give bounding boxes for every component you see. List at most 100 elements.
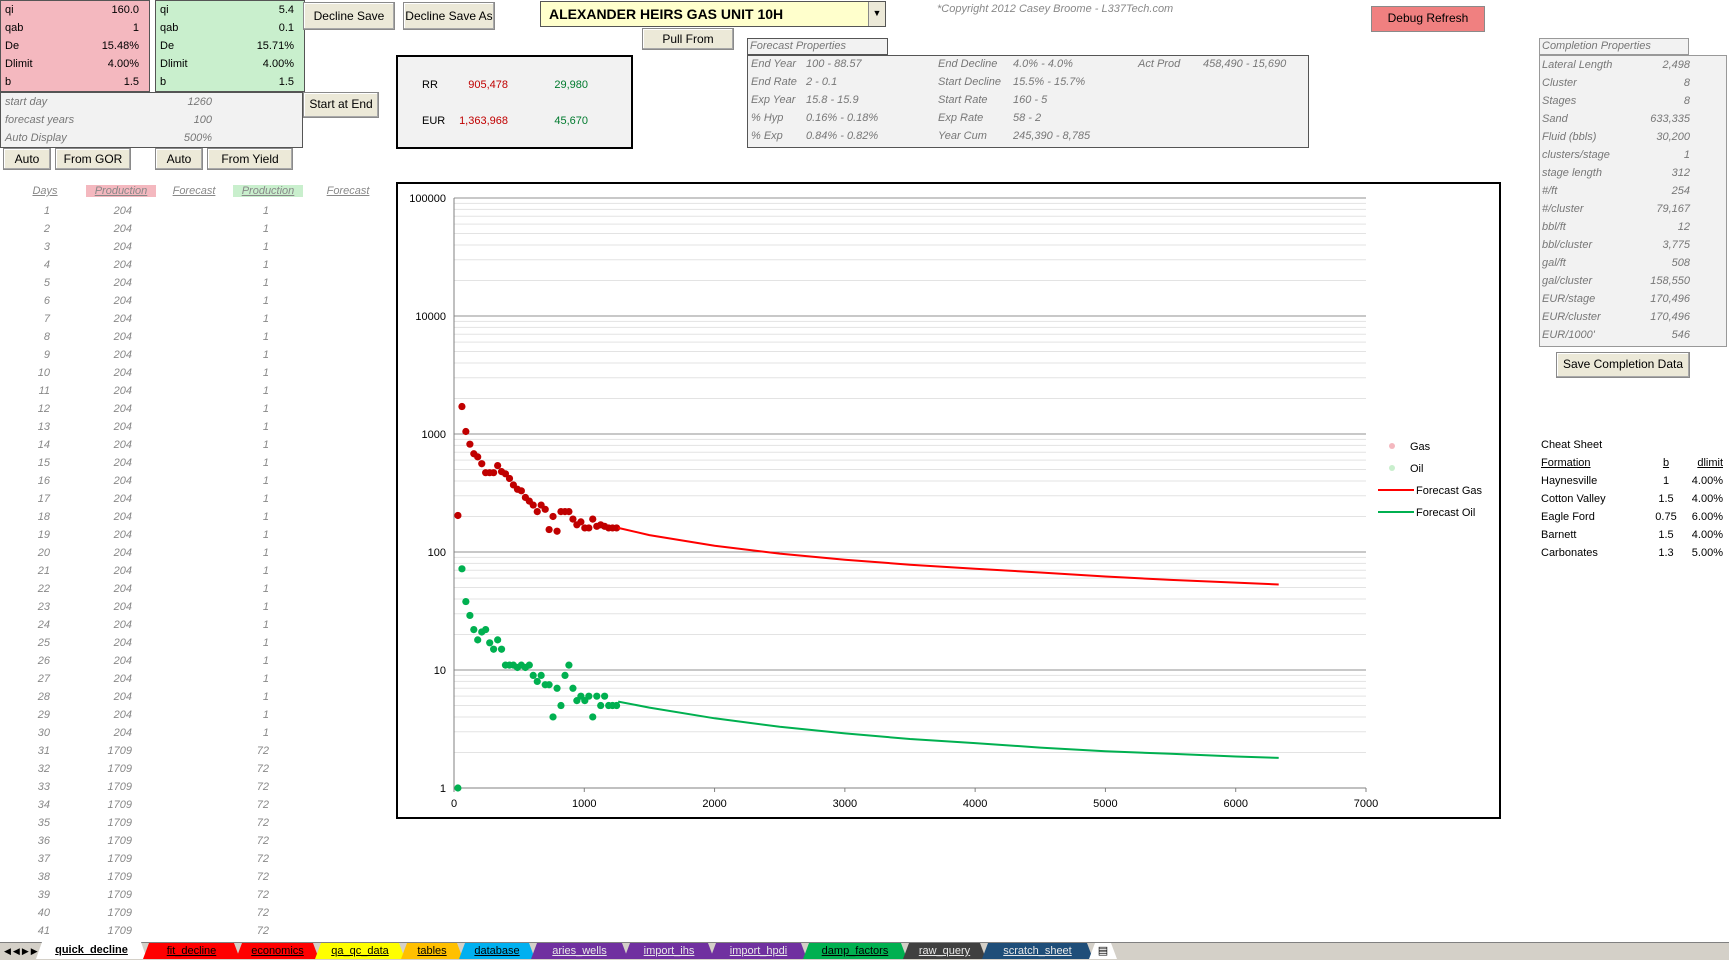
cheat-b: 1 — [1662, 475, 1670, 487]
table-cell-oil: 1 — [262, 277, 269, 289]
tab-nav-arrows[interactable]: ◀◀▶▶ — [4, 943, 40, 959]
gas-param-value[interactable]: 1.5 — [124, 73, 139, 91]
tab-label: aries_wells — [552, 945, 607, 957]
oil-param-row[interactable]: De 15.71% — [156, 37, 304, 55]
completion-row[interactable]: Cluster 8 — [1540, 74, 1726, 92]
cheat-title-text: Cheat Sheet — [1541, 439, 1603, 451]
tab-qa-qc-data[interactable]: qa_qc_data — [315, 943, 405, 959]
completion-value[interactable]: 254 — [1672, 182, 1690, 200]
setting-value[interactable]: 1260 — [188, 93, 212, 111]
debug-refresh-button[interactable]: Debug Refresh — [1371, 6, 1485, 32]
completion-row[interactable]: EUR/stage 170,496 — [1540, 290, 1726, 308]
auto-oil-button[interactable]: Auto — [155, 148, 203, 170]
completion-value[interactable]: 158,550 — [1650, 272, 1690, 290]
table-cell-gas: 204 — [113, 457, 132, 469]
gas-param-row[interactable]: qi 160.0 — [1, 1, 149, 19]
completion-row[interactable]: bbl/ft 12 — [1540, 218, 1726, 236]
sheet-tab-bar: ◀◀▶▶ quick_decline fit_decline economics qa… — [0, 942, 1729, 960]
oil-param-value[interactable]: 0.1 — [279, 19, 294, 37]
tab-quick-decline[interactable]: quick_decline — [36, 942, 147, 959]
pull-from-button[interactable]: Pull From — [642, 28, 734, 50]
completion-row[interactable]: #/cluster 79,167 — [1540, 200, 1726, 218]
completion-value[interactable]: 2,498 — [1662, 56, 1690, 74]
oil-param-value[interactable]: 15.71% — [257, 37, 294, 55]
table-cell-oil: 1 — [262, 547, 269, 559]
from-yield-button[interactable]: From Yield — [207, 148, 293, 170]
completion-value[interactable]: 546 — [1672, 326, 1690, 344]
completion-row[interactable]: EUR/1000' 546 — [1540, 326, 1726, 344]
gas-param-row[interactable]: b 1.5 — [1, 73, 149, 91]
tab-damp-factors[interactable]: damp_factors — [803, 943, 907, 959]
tab-economics[interactable]: economics — [236, 943, 319, 959]
completion-properties-panel: Lateral Length 2,498 Cluster 8 Stages 8 Sand 63… — [1539, 55, 1727, 347]
table-cell-oil: 1 — [262, 637, 269, 649]
completion-value[interactable]: 12 — [1678, 218, 1690, 236]
completion-row[interactable]: bbl/cluster 3,775 — [1540, 236, 1726, 254]
gas-param-row[interactable]: qab 1 — [1, 19, 149, 37]
completion-value[interactable]: 1 — [1684, 146, 1690, 164]
start-at-end-button[interactable]: Start at End — [303, 92, 379, 118]
insert-sheet-icon[interactable]: ▤ — [1089, 943, 1117, 959]
x-tick-label: 4000 — [963, 798, 987, 810]
gas-param-value[interactable]: 4.00% — [108, 55, 139, 73]
completion-label: #/cluster — [1542, 203, 1584, 215]
completion-value[interactable]: 170,496 — [1650, 308, 1690, 326]
setting-value[interactable]: 500% — [184, 129, 212, 147]
completion-value[interactable]: 30,200 — [1656, 128, 1690, 146]
auto-gas-button[interactable]: Auto — [3, 148, 51, 170]
setting-row[interactable]: forecast years 100 — [1, 111, 302, 129]
well-select[interactable]: ALEXANDER HEIRS GAS UNIT 10H ▼ — [540, 1, 886, 27]
table-cell-gas: 1709 — [107, 799, 132, 811]
completion-row[interactable]: Lateral Length 2,498 — [1540, 56, 1726, 74]
tab-fit-decline[interactable]: fit_decline — [143, 943, 240, 959]
table-cell-oil: 1 — [262, 259, 269, 271]
save-completion-button[interactable]: Save Completion Data — [1556, 352, 1690, 378]
oil-param-row[interactable]: Dlimit 4.00% — [156, 55, 304, 73]
table-cell-oil: 72 — [256, 817, 269, 829]
completion-value[interactable]: 508 — [1672, 254, 1690, 272]
completion-row[interactable]: stage length 312 — [1540, 164, 1726, 182]
gas-param-value[interactable]: 1 — [133, 19, 139, 37]
completion-value[interactable]: 312 — [1672, 164, 1690, 182]
completion-value[interactable]: 8 — [1684, 74, 1690, 92]
tab-database[interactable]: database — [459, 943, 535, 959]
tab-scratch-sheet[interactable]: scratch_sheet — [982, 943, 1093, 959]
oil-param-value[interactable]: 4.00% — [263, 55, 294, 73]
oil-param-value[interactable]: 5.4 — [279, 1, 294, 19]
completion-row[interactable]: gal/cluster 158,550 — [1540, 272, 1726, 290]
completion-row[interactable]: Fluid (bbls) 30,200 — [1540, 128, 1726, 146]
completion-value[interactable]: 3,775 — [1662, 236, 1690, 254]
oil-param-row[interactable]: qi 5.4 — [156, 1, 304, 19]
tab-import-hpdi[interactable]: import_hpdi — [710, 943, 807, 959]
oil-param-row[interactable]: b 1.5 — [156, 73, 304, 91]
setting-row[interactable]: start day 1260 — [1, 93, 302, 111]
completion-row[interactable]: gal/ft 508 — [1540, 254, 1726, 272]
gas-param-value[interactable]: 15.48% — [102, 37, 139, 55]
table-cell-gas: 204 — [113, 547, 132, 559]
gas-param-row[interactable]: Dlimit 4.00% — [1, 55, 149, 73]
completion-row[interactable]: EUR/cluster 170,496 — [1540, 308, 1726, 326]
from-gor-button[interactable]: From GOR — [55, 148, 131, 170]
decline-save-button[interactable]: Decline Save — [303, 2, 395, 30]
tab-raw-query[interactable]: raw_query — [903, 943, 986, 959]
completion-value[interactable]: 8 — [1684, 92, 1690, 110]
tab-import-ihs[interactable]: import_ihs — [624, 943, 714, 959]
completion-value[interactable]: 170,496 — [1650, 290, 1690, 308]
setting-value[interactable]: 100 — [194, 111, 212, 129]
setting-row[interactable]: Auto Display 500% — [1, 129, 302, 147]
oil-param-value[interactable]: 1.5 — [279, 73, 294, 91]
tab-tables[interactable]: tables — [401, 943, 463, 959]
table-cell-day: 3 — [43, 241, 50, 253]
completion-row[interactable]: clusters/stage 1 — [1540, 146, 1726, 164]
gas-param-value[interactable]: 160.0 — [111, 1, 139, 19]
completion-value[interactable]: 633,335 — [1650, 110, 1690, 128]
chevron-down-icon[interactable]: ▼ — [868, 2, 885, 26]
oil-param-row[interactable]: qab 0.1 — [156, 19, 304, 37]
tab-aries-wells[interactable]: aries_wells — [531, 943, 628, 959]
completion-row[interactable]: Stages 8 — [1540, 92, 1726, 110]
completion-row[interactable]: #/ft 254 — [1540, 182, 1726, 200]
decline-save-as-button[interactable]: Decline Save As — [403, 2, 495, 30]
completion-value[interactable]: 79,167 — [1656, 200, 1690, 218]
completion-row[interactable]: Sand 633,335 — [1540, 110, 1726, 128]
gas-param-row[interactable]: De 15.48% — [1, 37, 149, 55]
